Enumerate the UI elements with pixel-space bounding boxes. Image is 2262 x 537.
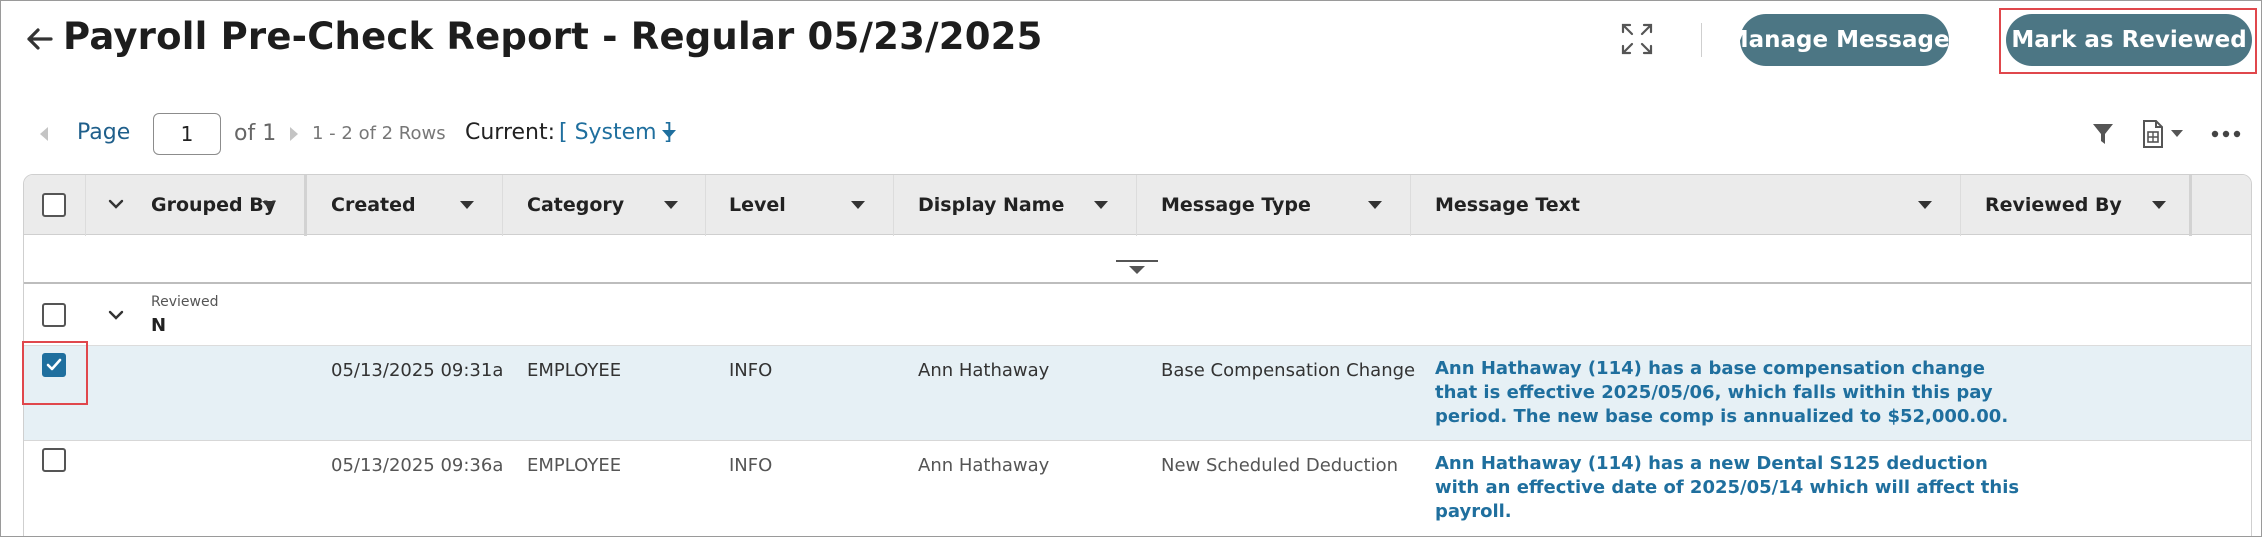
group-value: N	[151, 315, 167, 336]
header-divider	[1701, 23, 1702, 57]
created-cell: 05/13/2025 09:31a	[331, 360, 504, 381]
checkmark-icon	[46, 358, 62, 371]
group-checkbox[interactable]	[42, 303, 66, 327]
message-text-line: Ann Hathaway (114) has a new Dental S125…	[1435, 453, 1988, 474]
expand-icon[interactable]	[1619, 21, 1655, 57]
table-row[interactable]: 05/13/2025 09:36a EMPLOYEE INFO Ann Hath…	[24, 441, 2251, 536]
message-text-cell[interactable]: Ann Hathaway (114) has a base compensati…	[1435, 357, 2009, 429]
column-menu-icon[interactable]	[1094, 201, 1108, 210]
level-cell: INFO	[729, 360, 773, 381]
row-checkbox[interactable]	[42, 448, 66, 472]
message-type-cell: Base Compensation Change	[1161, 360, 1416, 381]
message-type-cell: New Scheduled Deduction	[1161, 455, 1398, 476]
filter-icon[interactable]	[2092, 122, 2114, 146]
export-icon[interactable]	[2140, 119, 2186, 149]
group-field-label: Reviewed	[151, 294, 219, 310]
message-text-line: Ann Hathaway (114) has a base compensati…	[1435, 358, 1986, 379]
column-menu-icon[interactable]	[460, 201, 474, 210]
column-header-message-type[interactable]: Message Type	[1161, 175, 1311, 235]
column-header-grouped-by[interactable]: Grouped By	[151, 175, 276, 235]
chevron-down-icon[interactable]	[108, 199, 124, 210]
mark-as-reviewed-button[interactable]: Mark as Reviewed	[2006, 14, 2252, 66]
category-cell: EMPLOYEE	[527, 360, 622, 381]
manage-messages-button[interactable]: Manage Messages	[1726, 14, 1963, 66]
filter-row	[24, 236, 2251, 284]
column-menu-icon[interactable]	[262, 201, 276, 210]
column-header-category[interactable]: Category	[527, 175, 624, 235]
next-page-icon[interactable]	[288, 125, 300, 143]
chevron-down-icon[interactable]	[108, 310, 124, 321]
filter-row-toggle-icon[interactable]	[1116, 260, 1158, 276]
column-header-message-text[interactable]: Message Text	[1435, 175, 1580, 235]
row-count: 1 - 2 of 2 Rows	[312, 123, 446, 144]
column-header-created[interactable]: Created	[331, 175, 416, 235]
column-header-reviewed-by[interactable]: Reviewed By	[1985, 175, 2122, 235]
current-view-label: Current:	[465, 120, 556, 145]
created-cell: 05/13/2025 09:36a	[331, 455, 504, 476]
group-row: Reviewed N	[24, 284, 2251, 346]
column-header-level[interactable]: Level	[729, 175, 786, 235]
category-cell: EMPLOYEE	[527, 455, 622, 476]
page-label: Page	[77, 120, 131, 145]
page-count: of 1	[234, 121, 277, 146]
display-name-cell: Ann Hathaway	[918, 455, 1050, 476]
row-checkbox[interactable]	[42, 353, 66, 377]
page-number-input[interactable]	[153, 113, 221, 155]
message-text-line: period. The new base comp is annualized …	[1435, 406, 2009, 427]
previous-page-icon[interactable]	[37, 125, 51, 143]
column-menu-icon[interactable]	[851, 201, 865, 210]
message-text-line: that is effective 2025/05/06, which fall…	[1435, 382, 1993, 403]
message-text-cell[interactable]: Ann Hathaway (114) has a new Dental S125…	[1435, 452, 2020, 524]
page-title: Payroll Pre-Check Report - Regular 05/23…	[63, 15, 1043, 58]
back-arrow-icon[interactable]	[21, 21, 57, 57]
chevron-down-icon[interactable]	[661, 129, 677, 139]
column-menu-icon[interactable]	[1918, 201, 1932, 210]
messages-grid: Grouped By Created Category Level Displa…	[23, 174, 2252, 536]
table-row[interactable]: 05/13/2025 09:31a EMPLOYEE INFO Ann Hath…	[24, 346, 2251, 441]
message-text-line: payroll.	[1435, 501, 1512, 522]
column-menu-icon[interactable]	[2152, 201, 2166, 210]
level-cell: INFO	[729, 455, 773, 476]
column-menu-icon[interactable]	[664, 201, 678, 210]
select-all-checkbox[interactable]	[42, 193, 66, 217]
current-view-select[interactable]: [ System ]	[559, 120, 672, 145]
column-header-display-name[interactable]: Display Name	[918, 175, 1064, 235]
app-frame: Payroll Pre-Check Report - Regular 05/23…	[0, 0, 2262, 537]
more-icon[interactable]	[2211, 129, 2241, 139]
display-name-cell: Ann Hathaway	[918, 360, 1050, 381]
message-text-line: with an effective date of 2025/05/14 whi…	[1435, 477, 2020, 498]
column-menu-icon[interactable]	[1368, 201, 1382, 210]
